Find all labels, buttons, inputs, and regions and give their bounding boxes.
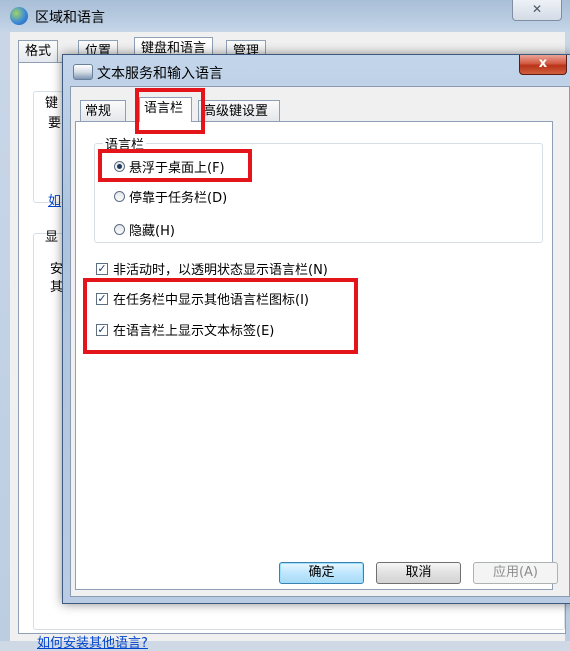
radio-float-desktop-dot[interactable] — [114, 161, 125, 172]
checkbox-show-text-labels[interactable]: ✓ 在语言栏上显示文本标签(E) — [96, 320, 274, 339]
dialog-close-button[interactable]: x — [519, 55, 567, 75]
checkbox-show-extra-icons[interactable]: ✓ 在任务栏中显示其他语言栏图标(I) — [96, 289, 309, 308]
checkbox-show-text-labels-box[interactable]: ✓ — [96, 323, 108, 336]
checkbox-show-text-labels-label: 在语言栏上显示文本标签(E) — [113, 324, 275, 339]
checkbox-transparent-inactive-label: 非活动时，以透明状态显示语言栏(N) — [113, 263, 328, 278]
keyboard-icon — [73, 64, 93, 80]
tab-general[interactable]: 常规 — [80, 100, 126, 122]
install-languages-link[interactable]: 如何安装其他语言? — [37, 632, 148, 651]
cancel-button[interactable]: 取消 — [376, 562, 461, 584]
bg-fragment-link[interactable]: 如 — [48, 190, 61, 209]
radio-float-desktop-label: 悬浮于桌面上(F) — [129, 161, 225, 176]
checkbox-transparent-inactive-box[interactable]: ✓ — [96, 262, 108, 275]
groupbox-label: 语言栏 — [103, 134, 147, 153]
checkbox-show-extra-icons-box[interactable]: ✓ — [96, 292, 108, 305]
bg-fragment-3: 显 — [45, 230, 59, 245]
radio-dock-taskbar-label: 停靠于任务栏(D) — [129, 191, 228, 206]
bg-fragment-1: 键 — [45, 96, 59, 111]
radio-hidden-dot[interactable] — [114, 224, 125, 235]
radio-dock-taskbar[interactable]: 停靠于任务栏(D) — [114, 187, 227, 206]
background-close-button[interactable]: ✕ — [512, 0, 562, 21]
tab-advanced-key-settings[interactable]: 高级键设置 — [198, 100, 280, 122]
background-titlebar: 区域和语言 ✕ — [0, 0, 570, 32]
radio-hidden-label: 隐藏(H) — [129, 224, 175, 239]
radio-dock-taskbar-dot[interactable] — [114, 191, 125, 202]
checkbox-show-extra-icons-label: 在任务栏中显示其他语言栏图标(I) — [113, 293, 309, 308]
tab-language-bar[interactable]: 语言栏 — [139, 97, 192, 122]
globe-icon — [10, 7, 28, 25]
ok-button[interactable]: 确定 — [279, 562, 364, 584]
apply-button[interactable]: 应用(A) — [473, 562, 558, 584]
checkbox-transparent-inactive[interactable]: ✓ 非活动时，以透明状态显示语言栏(N) — [96, 259, 328, 278]
radio-float-desktop[interactable]: 悬浮于桌面上(F) — [114, 157, 225, 176]
radio-hidden[interactable]: 隐藏(H) — [114, 220, 175, 239]
background-window-title: 区域和语言 — [35, 10, 105, 26]
dialog-title: 文本服务和输入语言 — [97, 66, 223, 82]
bg-tab-format[interactable]: 格式 — [18, 40, 59, 63]
bg-fragment-2: 要 — [48, 116, 62, 131]
